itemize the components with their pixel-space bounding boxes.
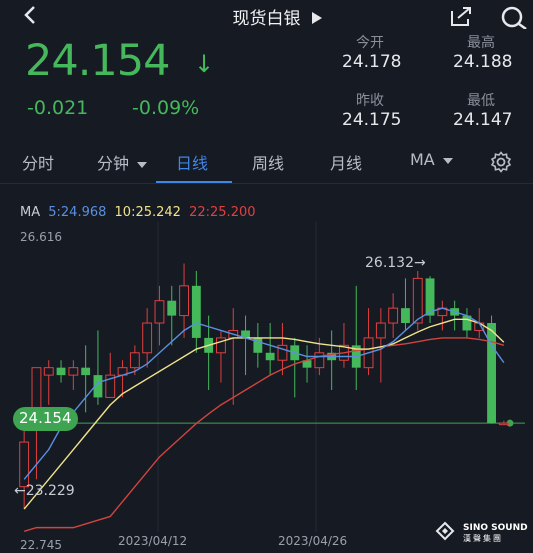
tab-monthly[interactable]: 月线 [330,150,362,174]
candle-body [412,277,423,324]
active-tab-indicator [156,181,232,183]
candle [327,330,337,390]
chevron-down-icon [137,161,148,168]
high-marker: 26.132→ [365,255,426,271]
svg-text:SINO SOUND: SINO SOUND [463,523,528,533]
sino-sound-logo: SINO SOUND 漢聲集團 [435,521,528,543]
low-marker: ←23.229 [14,483,75,499]
candle [179,263,189,338]
candle [401,278,410,331]
candle [68,360,79,390]
low-label: 最低 [467,93,495,109]
candle-body [314,352,325,369]
candle [462,308,472,338]
candle [425,276,435,324]
candle-body [375,322,386,339]
candle [228,308,239,405]
candle [253,323,263,368]
price-down-arrow-icon: ↓ [194,50,215,78]
candle [167,285,177,346]
candle-body [401,308,410,324]
candle-body [167,300,177,316]
tab-minute-label: 分钟 [97,154,130,173]
tab-ma[interactable]: MA [410,150,453,169]
candle-body [487,323,496,424]
share-icon[interactable] [448,5,474,27]
x-axis-label-2: 2023/04/26 [278,534,348,548]
candle [487,315,496,424]
candle-body [19,441,30,488]
tab-ma-label: MA [410,150,435,169]
tab-daily[interactable]: 日线 [176,150,208,174]
candle-body [129,352,140,369]
y-axis-bottom-label: 22.745 [20,538,62,552]
search-icon[interactable] [500,5,530,29]
price-change-pct: -0.09% [132,97,200,119]
prev-close-label: 昨收 [356,93,384,109]
candle-body [179,285,189,317]
candle-body [425,278,435,316]
tab-weekly[interactable]: 周线 [252,150,284,174]
low-value: 24.147 [453,110,513,130]
tab-timeshare[interactable]: 分时 [22,150,54,174]
candle [56,360,66,383]
candle [216,330,226,383]
tab-minute[interactable]: 分钟 [97,150,148,174]
candle-body [68,367,79,376]
high-value: 24.188 [453,52,513,72]
candle [388,293,399,338]
high-label: 最高 [467,35,495,51]
candle [375,308,386,383]
y-axis-top-label: 26.616 [20,230,62,244]
candle [302,345,312,383]
ma22-line [23,337,505,533]
candle [93,330,103,405]
candle-body [154,300,165,324]
candle [241,315,250,376]
candle [142,308,153,368]
candle [265,323,275,376]
candle-body [81,367,91,376]
candle-body [191,285,201,338]
candle [363,308,374,376]
candle [437,300,448,331]
candle [105,352,116,398]
candle [351,285,361,390]
svg-text:漢聲集團: 漢聲集團 [463,533,503,543]
candle [290,337,300,398]
price-change: -0.021 [27,97,89,119]
candle-body [388,307,399,324]
current-price: 24.154 [25,36,170,86]
ma5-value: 5:24.968 [48,205,107,220]
candle-body [43,367,54,376]
kline-chart[interactable] [0,222,533,553]
play-icon[interactable] [312,12,322,24]
prev-close-value: 24.175 [342,110,402,130]
open-label: 今开 [356,35,384,51]
open-value: 24.178 [342,52,402,72]
candle-body [265,352,275,361]
ma10-line [23,318,505,510]
candle [339,323,349,368]
ma-label: MA [20,205,41,220]
ma-legend: MA 5:24.968 10:25.242 22:25.200 [20,205,260,220]
candle [450,300,460,331]
chevron-down-icon [442,157,453,164]
candle [43,360,54,405]
gear-icon[interactable] [490,151,512,173]
candle [191,270,201,353]
current-price-tag: 24.154 [13,407,78,431]
candle [154,285,165,346]
ma22-value: 22:25.200 [189,205,256,220]
top-bar: 现货白银 [0,0,533,30]
period-tabs: 分时 分钟 日线 周线 月线 MA [0,140,533,184]
x-axis-label-1: 2023/04/12 [118,534,188,548]
candle-body [142,322,153,354]
candle-body [56,367,66,376]
candle-body [498,422,509,426]
ma10-value: 10:25.242 [114,205,181,220]
